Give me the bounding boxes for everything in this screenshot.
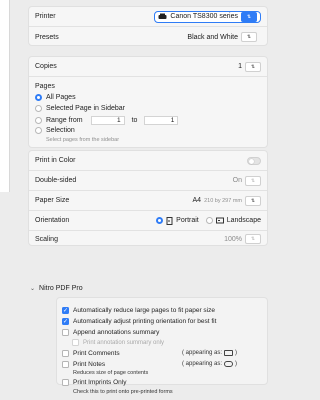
range-from-input[interactable]: 1 [90,116,125,125]
copies-label: Copies [35,63,57,70]
presets-row: Presets Black and White ⇅ [29,27,267,47]
comments-appearing-label: ( appearing as: [182,350,223,356]
annotation-only-checkbox [72,339,79,346]
imprints-only-label: Print Imprints Only [73,379,127,386]
double-sided-select[interactable]: On ⇅ [232,175,261,186]
portrait-label: Portrait [176,217,199,224]
selected-page-label: Selected Page in Sidebar [46,105,125,112]
scaling-value[interactable]: 100% [224,236,242,243]
portrait-icon [166,216,173,225]
printer-icon [158,13,167,19]
adjust-orientation-checkbox-row[interactable]: ✓ Automatically adjust printing orientat… [62,318,216,325]
notes-appearing-close: ) [235,361,238,367]
paper-size-value: A4 [192,197,202,204]
printer-panel: Printer Canon TS8300 series ⇅ Presets Bl… [28,6,268,46]
print-notes-checkbox[interactable] [62,361,69,368]
orientation-label: Orientation [35,217,70,224]
append-summary-checkbox[interactable] [62,329,69,336]
radio-range[interactable]: Range from 1 to 1 [35,116,179,125]
paper-size-select[interactable]: A4 210 by 297 mm ⇅ [192,195,261,206]
double-sided-row: Double-sided On ⇅ [29,171,267,191]
printer-label: Printer [35,13,56,20]
presets-label: Presets [35,33,59,41]
print-notes-checkbox-row[interactable]: Print Notes [62,361,105,368]
presets-value: Black and White [187,33,238,41]
radio-selection[interactable]: Selection [35,127,75,134]
print-in-color-toggle[interactable] [247,156,261,165]
comment-box-icon[interactable] [224,350,234,356]
notes-appearing-label: ( appearing as: [182,361,223,367]
range-to-label: to [131,117,138,124]
nitro-section-title: Nitro PDF Pro [39,285,83,292]
presets-select[interactable]: Black and White ⇅ [183,31,261,43]
print-notes-hint: Reduces size of page contents [73,370,149,376]
selection-hint: Select pages from the sidebar [46,137,120,143]
print-notes-label: Print Notes [73,361,106,368]
adjust-orientation-label: Automatically adjust printing orientatio… [73,318,217,325]
radio-selected-page-indicator[interactable] [35,105,42,112]
print-comments-checkbox-row[interactable]: Print Comments [62,350,120,357]
print-comments-checkbox[interactable] [62,350,69,357]
checkmark-icon[interactable]: ✓ [62,318,69,325]
checkmark-icon[interactable]: ✓ [62,307,69,314]
printer-row: Printer Canon TS8300 series ⇅ [29,7,267,27]
append-summary-label: Append annotations summary [73,329,160,336]
reduce-pages-label: Automatically reduce large pages to fit … [73,307,215,314]
landscape-icon [215,217,224,224]
radio-portrait[interactable] [156,217,164,224]
landscape-label: Landscape [226,217,261,224]
scaling-label: Scaling [35,235,58,243]
print-comments-label: Print Comments [73,350,120,357]
paper-size-label: Paper Size [35,197,70,204]
reduce-pages-checkbox-row[interactable]: ✓ Automatically reduce large pages to fi… [62,307,215,314]
annotation-only-checkbox-row: Print annotation summary only [72,339,164,346]
radio-landscape[interactable] [205,217,213,224]
imprints-only-checkbox-row[interactable]: Print Imprints Only [62,379,126,386]
chevron-down-icon: ⌄ [30,286,36,292]
sidebar-preview-edge [0,0,10,192]
print-in-color-label: Print in Color [35,157,76,164]
orientation-row: Orientation Portrait Landscape [29,211,267,231]
copies-row: Copies 1 ⇅ [29,57,267,77]
paper-size-dimensions: 210 by 297 mm [204,197,242,204]
chevron-updown-icon: ⇅ [241,32,257,42]
append-summary-checkbox-row[interactable]: Append annotations summary [62,329,159,336]
selection-label: Selection [46,127,75,134]
imprints-only-checkbox[interactable] [62,379,69,386]
pages-label: Pages [35,83,55,90]
nitro-section-header[interactable]: ⌄ Nitro PDF Pro [30,285,83,292]
comments-appearing-close: ) [235,350,238,356]
scaling-row: Scaling 100% ⇅ [29,231,267,247]
note-bubble-icon[interactable] [224,361,234,367]
radio-range-indicator[interactable] [35,117,42,124]
print-in-color-row: Print in Color [29,151,267,171]
scaling-stepper[interactable]: ⇅ [245,234,261,244]
copies-pages-panel: Copies 1 ⇅ Pages All Pages Selected Page… [28,56,268,148]
radio-selected-page[interactable]: Selected Page in Sidebar [35,105,125,112]
range-label: Range from [46,117,83,124]
chevron-updown-icon: ⇅ [245,175,261,186]
radio-all-pages-indicator[interactable] [35,94,42,101]
imprints-only-hint: Check this to print onto pre-printed for… [73,389,173,395]
printer-value: Canon TS8300 series [170,13,238,20]
chevron-updown-icon: ⇅ [241,11,257,22]
comments-appearing-as: ( appearing as: ) [182,350,237,356]
copies-value[interactable]: 1 [238,63,242,70]
all-pages-label: All Pages [46,94,76,101]
double-sided-value: On [232,177,242,184]
double-sided-label: Double-sided [35,177,77,184]
printer-select[interactable]: Canon TS8300 series ⇅ [154,10,261,23]
print-settings-panel: Print in Color Double-sided On ⇅ Paper S… [28,150,268,246]
annotation-only-label: Print annotation summary only [83,339,165,346]
radio-all-pages[interactable]: All Pages [35,94,76,101]
notes-appearing-as: ( appearing as: ) [182,361,237,367]
paper-size-row: Paper Size A4 210 by 297 mm ⇅ [29,191,267,211]
chevron-updown-icon: ⇅ [245,195,261,206]
radio-selection-indicator[interactable] [35,127,42,134]
copies-stepper[interactable]: ⇅ [245,61,261,72]
range-to-input[interactable]: 1 [144,116,179,125]
